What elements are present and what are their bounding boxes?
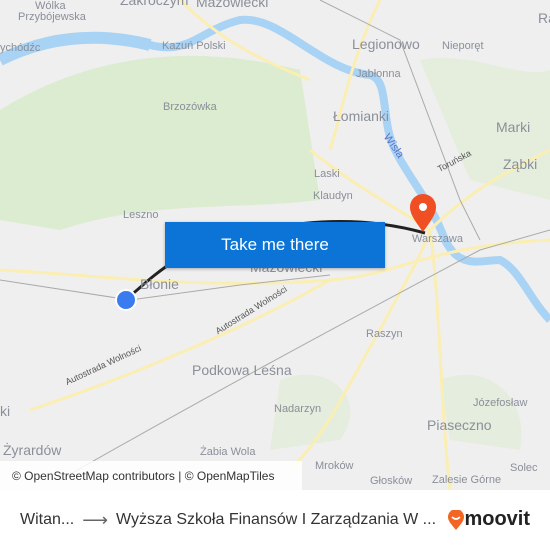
brand-name: moovit: [464, 508, 530, 530]
origin-marker: [115, 289, 137, 311]
destination-name: Wyższa Szkoła Finansów I Zarządzania W .…: [116, 511, 437, 528]
moovit-logo: moovit: [448, 508, 530, 531]
arrow-right-icon: ⟶: [82, 509, 109, 530]
place-label: Głosków: [370, 475, 413, 487]
place-label: Ząbki: [503, 156, 538, 172]
place-label: Ra: [538, 10, 550, 26]
place-label: Piaseczno: [427, 417, 492, 433]
place-label: Zalesie Górne: [432, 474, 502, 486]
moovit-pin-icon: [448, 509, 465, 530]
place-label: Podkowa Leśna: [192, 362, 292, 378]
place-label: Mroków: [315, 460, 354, 472]
map-attribution[interactable]: © OpenStreetMap contributors | © OpenMap…: [0, 461, 302, 490]
place-label: Warszawa: [412, 233, 463, 245]
place-label: ychódźc: [0, 42, 41, 54]
place-label: Mazowiecki: [196, 0, 269, 10]
place-label: Raszyn: [366, 328, 403, 340]
place-label: Brzozówka: [163, 101, 217, 113]
place-label: Solec: [510, 462, 538, 474]
place-label: Marki: [496, 119, 531, 135]
place-label: Łomianki: [333, 108, 390, 124]
place-label: Nadarzyn: [274, 403, 322, 415]
place-label: Żabia Wola: [200, 446, 256, 458]
origin-name: Witan...: [20, 511, 75, 528]
place-label: Jabłonna: [356, 68, 401, 80]
place-label: Klaudyn: [313, 190, 353, 202]
place-label: Błonie: [140, 276, 179, 292]
place-label: Józefosław: [473, 397, 528, 409]
place-label: Kazuń Polski: [162, 40, 226, 52]
place-label: Laski: [314, 168, 340, 180]
take-me-there-button[interactable]: Take me there: [165, 222, 385, 268]
place-label: Nieporęt: [442, 40, 484, 52]
place-label: Zakroczym: [120, 0, 189, 8]
place-label: Legionowo: [352, 36, 420, 52]
place-label: Żyrardów: [3, 442, 62, 458]
place-label: Leszno: [123, 209, 159, 221]
place-label: ki: [0, 403, 11, 419]
place-label: Przybójewska: [18, 11, 86, 23]
map[interactable]: Wólka Przybójewska ychódźc Zakroczym Maz…: [0, 0, 550, 490]
